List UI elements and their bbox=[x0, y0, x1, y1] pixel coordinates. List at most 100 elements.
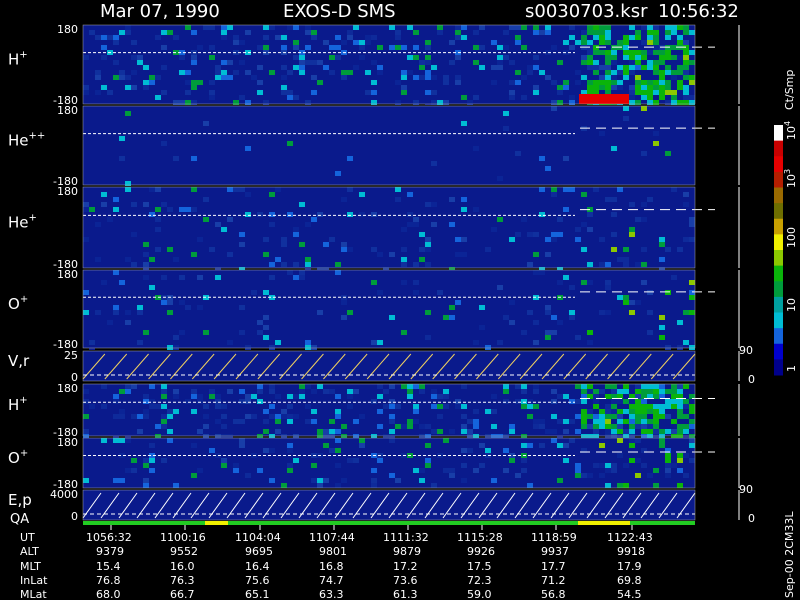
spectrogram-cell bbox=[557, 90, 563, 95]
spectrogram-cell bbox=[209, 80, 215, 85]
spectrogram-cell bbox=[137, 55, 143, 60]
spectrogram-cell bbox=[689, 438, 695, 443]
spectrogram-cell bbox=[437, 30, 443, 35]
spectrogram-cell bbox=[89, 340, 95, 345]
spectrogram-cell bbox=[101, 280, 107, 285]
spectrogram-cell bbox=[635, 80, 641, 85]
spectrogram-cell bbox=[587, 340, 593, 345]
spectrogram-cell bbox=[413, 55, 419, 60]
spectrogram-cell bbox=[185, 25, 191, 30]
colorbar-tick-exponent: 4 bbox=[783, 121, 792, 126]
spectrogram-cell bbox=[221, 414, 227, 419]
spectrogram-cell bbox=[665, 458, 671, 463]
spectrogram-cell bbox=[347, 212, 353, 217]
spectrogram-cell bbox=[173, 335, 179, 340]
spectrogram-cell bbox=[287, 463, 293, 468]
spectrogram-cell bbox=[317, 80, 323, 85]
spectrogram-cell bbox=[437, 212, 443, 217]
spectrogram-cell bbox=[599, 443, 605, 448]
spectrogram-cell bbox=[281, 414, 287, 419]
spectrogram-cell bbox=[413, 409, 419, 414]
spectrogram-cell bbox=[635, 60, 641, 65]
spectrogram-cell bbox=[467, 429, 473, 434]
spectrogram-cell bbox=[179, 55, 185, 60]
spectrogram-cell bbox=[521, 404, 527, 409]
spectrogram-cell bbox=[143, 80, 149, 85]
spectrogram-cell bbox=[437, 414, 443, 419]
panels: 180-180H+180-180He++180-180He+180-180O+9… bbox=[8, 23, 755, 525]
spectrogram-cell bbox=[257, 468, 263, 473]
spectrogram-cell bbox=[497, 340, 503, 345]
spectrogram-cell bbox=[95, 75, 101, 80]
spectrogram-cell bbox=[359, 45, 365, 50]
footer-value: 74.7 bbox=[319, 574, 344, 587]
spectrogram-cell bbox=[263, 429, 269, 434]
spectrogram-cell bbox=[599, 310, 605, 315]
spectrogram-cell bbox=[269, 212, 275, 217]
spectrogram-cell bbox=[311, 60, 317, 65]
spectrogram-cell bbox=[533, 207, 539, 212]
footer-value: 9801 bbox=[319, 545, 347, 558]
spectrogram-cell bbox=[263, 315, 269, 320]
spectrogram-cell bbox=[257, 212, 263, 217]
spectrogram-cell bbox=[671, 404, 677, 409]
spectrogram-cell bbox=[581, 30, 587, 35]
spectrogram-cell bbox=[629, 429, 635, 434]
spectrogram-cell bbox=[455, 25, 461, 30]
spectrogram-cell bbox=[161, 65, 167, 70]
spectrogram-cell bbox=[599, 419, 605, 424]
spectrogram-cell bbox=[515, 399, 521, 404]
spectrogram-cell bbox=[431, 202, 437, 207]
spectrogram-cell bbox=[659, 85, 665, 90]
spectrogram-cell bbox=[629, 310, 635, 315]
spectrogram-cell bbox=[623, 463, 629, 468]
footer-value: 1115:28 bbox=[457, 531, 503, 544]
footer-value: 76.3 bbox=[170, 574, 195, 587]
spectrogram-cell bbox=[305, 262, 311, 267]
spectrogram-cell bbox=[371, 90, 377, 95]
species-charge: + bbox=[29, 213, 37, 224]
spectrogram-cell bbox=[533, 424, 539, 429]
spectrogram-cell bbox=[251, 75, 257, 80]
spectrogram-cell bbox=[95, 90, 101, 95]
spectrogram-cell bbox=[311, 30, 317, 35]
colorbar-segment bbox=[774, 125, 783, 142]
spectrogram-cell bbox=[605, 463, 611, 468]
spectrogram-cell bbox=[407, 55, 413, 60]
spectrogram-cell bbox=[593, 65, 599, 70]
spectrogram-cell bbox=[617, 399, 623, 404]
spectrogram-cell bbox=[599, 50, 605, 55]
spectrogram-cell bbox=[305, 222, 311, 227]
spectrogram-cell bbox=[407, 389, 413, 394]
spectrogram-cell bbox=[587, 330, 593, 335]
spectrogram-cell bbox=[509, 55, 515, 60]
spectrogram-cell bbox=[503, 384, 509, 389]
spectrogram-cell bbox=[293, 458, 299, 463]
y-axis-top-label: 180 bbox=[57, 104, 78, 117]
spectrogram-cell bbox=[101, 202, 107, 207]
spectrogram-cell bbox=[227, 85, 233, 90]
spectrogram-cell bbox=[113, 438, 119, 443]
footer-value: 73.6 bbox=[393, 574, 418, 587]
spectrogram-cell bbox=[197, 237, 203, 242]
spectrogram-cell bbox=[599, 424, 605, 429]
spectrogram-cell bbox=[509, 95, 515, 100]
footer-value: 69.8 bbox=[617, 574, 642, 587]
spectrogram-cell bbox=[191, 30, 197, 35]
spectrogram-cell bbox=[155, 217, 161, 222]
spectrogram-cell bbox=[209, 45, 215, 50]
spectrogram-cell bbox=[563, 85, 569, 90]
spectrogram-cell bbox=[215, 65, 221, 70]
spectrogram-cell bbox=[563, 443, 569, 448]
spectrogram-cell bbox=[575, 414, 581, 419]
spectrogram-cell bbox=[185, 305, 191, 310]
spectrogram-cell bbox=[371, 212, 377, 217]
spectrogram-cell bbox=[533, 55, 539, 60]
spectrogram-cell bbox=[455, 237, 461, 242]
spectrogram-cell bbox=[605, 285, 611, 290]
spectrogram-cell bbox=[527, 262, 533, 267]
spectrogram-cell bbox=[641, 80, 647, 85]
spectrogram-cell bbox=[587, 30, 593, 35]
spectrogram-cell bbox=[509, 60, 515, 65]
spectrogram-cell bbox=[575, 384, 581, 389]
